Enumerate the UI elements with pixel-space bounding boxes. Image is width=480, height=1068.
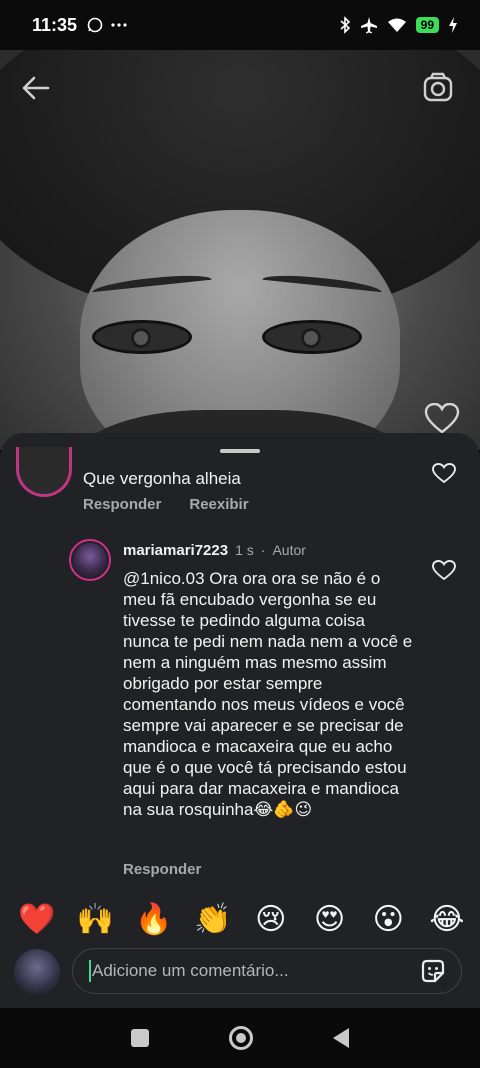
charging-icon — [449, 17, 457, 33]
comments-sheet[interactable]: Que vergonha alheia Responder Reexibir m… — [0, 433, 480, 1008]
heart-icon[interactable] — [424, 403, 460, 435]
status-time: 11:35 — [32, 14, 78, 35]
emoji-heart[interactable]: ❤️ — [18, 903, 55, 937]
airplane-icon — [360, 17, 377, 34]
camera-icon[interactable] — [422, 72, 456, 104]
avatar — [14, 949, 60, 995]
avatar[interactable] — [69, 539, 111, 581]
photo-left-eye — [92, 320, 192, 354]
comment-text: Que vergonha alheia — [83, 469, 241, 488]
reply-button[interactable]: Responder — [83, 496, 161, 513]
meta-separator: · — [260, 542, 266, 558]
home-button[interactable] — [229, 1026, 253, 1050]
emoji-heart-eyes[interactable]: 😍 — [312, 903, 348, 937]
heart-icon[interactable] — [432, 463, 456, 483]
comment-header: mariamari7223 1 s · Autor — [123, 542, 306, 559]
emoji-fire[interactable]: 🔥 — [135, 903, 172, 937]
wifi-icon — [387, 18, 406, 32]
avatar[interactable] — [16, 447, 72, 497]
emoji-clap[interactable]: 👏 — [194, 903, 231, 937]
status-bar: 11:35 99 — [0, 0, 480, 50]
comment-time: 1 s — [235, 542, 254, 558]
status-right-icons: 99 — [339, 16, 458, 34]
comment-input[interactable]: Adicione um comentário... — [72, 948, 462, 994]
emoji-crying[interactable]: 😢 — [253, 903, 289, 937]
author-badge: Autor — [272, 542, 306, 558]
comment-placeholder: Adicione um comentário... — [92, 961, 289, 980]
recents-button[interactable] — [131, 1029, 149, 1047]
emoji-raised-hands[interactable]: 🙌 — [77, 903, 114, 937]
reply-button[interactable]: Responder — [123, 861, 201, 878]
back-arrow-icon[interactable] — [20, 72, 52, 104]
battery-icon: 99 — [415, 17, 439, 33]
comment-actions: Responder Reexibir — [83, 496, 249, 513]
comment-text: @1nico.03 Ora ora ora se não é o meu fã … — [123, 569, 413, 819]
story-photo[interactable] — [0, 50, 480, 450]
emoji-surprised[interactable]: 😮 — [370, 903, 406, 937]
emoji-laughing[interactable]: 😂 — [429, 903, 465, 937]
whatsapp-icon — [87, 17, 103, 33]
emoji-quick-bar: ❤️ 🙌 🔥 👏 😢 😍 😮 😂 — [0, 903, 480, 937]
comment-username[interactable]: mariamari7223 — [123, 542, 228, 559]
heart-icon[interactable] — [432, 560, 456, 580]
photo-right-eye — [262, 320, 362, 354]
unhide-button[interactable]: Reexibir — [189, 496, 248, 513]
status-left-icons — [87, 17, 127, 33]
text-caret — [89, 960, 91, 982]
avatar-image — [73, 543, 107, 577]
sheet-drag-handle[interactable] — [220, 449, 260, 453]
bluetooth-icon — [340, 16, 350, 34]
more-dots-icon — [111, 23, 127, 27]
sticker-icon[interactable] — [419, 957, 447, 985]
back-button[interactable] — [333, 1028, 349, 1048]
system-nav-bar — [0, 1008, 480, 1068]
